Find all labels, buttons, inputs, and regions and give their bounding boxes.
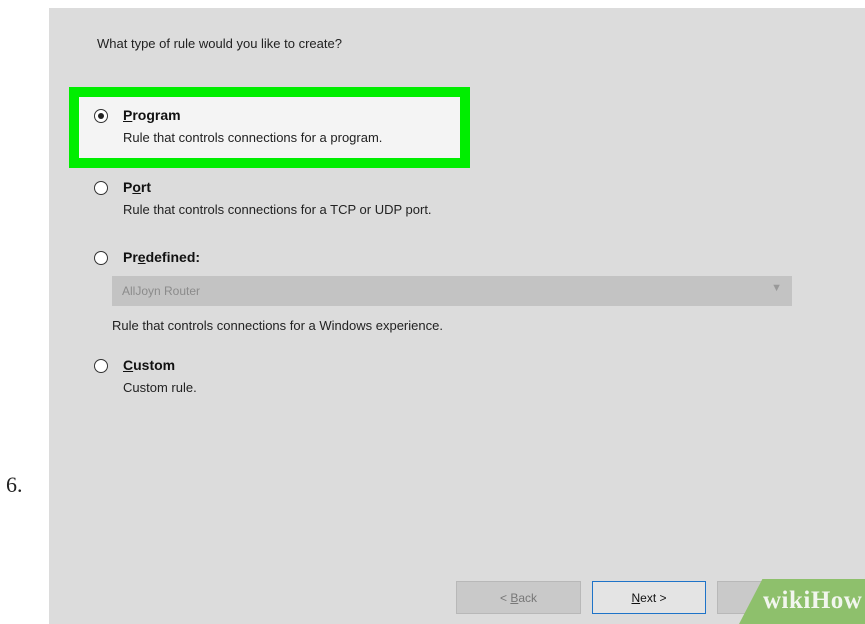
predefined-dropdown-value: AllJoyn Router	[122, 284, 201, 298]
predefined-rules-dropdown[interactable]: AllJoyn Router ▼	[112, 276, 792, 306]
predefined-description: Rule that controls connections for a Win…	[112, 318, 443, 333]
step-number: 6.	[6, 472, 23, 497]
custom-description: Custom rule.	[123, 380, 197, 395]
chevron-down-icon: ▼	[771, 282, 782, 294]
back-button[interactable]: < Back	[456, 581, 581, 614]
rule-type-question: What type of rule would you like to crea…	[97, 36, 342, 51]
port-description: Rule that controls connections for a TCP…	[123, 202, 432, 217]
predefined-radio[interactable]	[94, 251, 108, 265]
next-button[interactable]: Next >	[592, 581, 706, 614]
program-description: Rule that controls connections for a pro…	[123, 130, 383, 145]
watermark-text: wikiHow	[763, 587, 863, 614]
port-label[interactable]: Port	[123, 179, 151, 195]
program-option-highlight	[69, 87, 470, 168]
program-label[interactable]: Program	[123, 107, 181, 123]
port-radio[interactable]	[94, 181, 108, 195]
custom-label[interactable]: Custom	[123, 357, 175, 373]
program-radio[interactable]	[94, 109, 108, 123]
predefined-label[interactable]: Predefined:	[123, 249, 200, 265]
custom-radio[interactable]	[94, 359, 108, 373]
new-inbound-rule-dialog: What type of rule would you like to crea…	[49, 8, 865, 624]
